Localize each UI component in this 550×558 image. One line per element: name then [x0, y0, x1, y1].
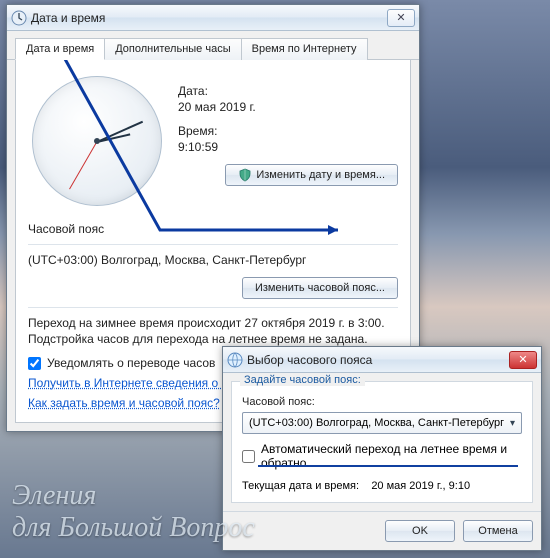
- change-date-time-label: Изменить дату и время...: [256, 169, 385, 181]
- cancel-button[interactable]: Отмена: [463, 520, 533, 542]
- cancel-label: Отмена: [478, 525, 517, 537]
- watermark-line2: для Большой Вопрос: [12, 512, 255, 544]
- timezone-value: (UTC+03:00) Волгоград, Москва, Санкт-Пет…: [28, 253, 398, 267]
- tz-field-label: Часовой пояс:: [242, 396, 522, 408]
- change-timezone-button[interactable]: Изменить часовой пояс...: [242, 277, 398, 299]
- chevron-down-icon: ▾: [510, 418, 515, 429]
- time-label: Время:: [178, 124, 398, 138]
- watermark-line1: Эления: [12, 480, 255, 512]
- shield-icon: [238, 168, 252, 182]
- change-date-time-button[interactable]: Изменить дату и время...: [225, 164, 398, 186]
- tabstrip: Дата и время Дополнительные часы Время п…: [7, 31, 419, 60]
- globe-titlebar-icon: [227, 352, 243, 368]
- clock-titlebar-icon: [11, 10, 27, 26]
- ok-label: OK: [412, 525, 428, 537]
- tab-additional-clocks[interactable]: Дополнительные часы: [104, 38, 241, 60]
- window-title-tz: Выбор часового пояса: [247, 353, 507, 367]
- notify-checkbox[interactable]: [28, 357, 41, 370]
- group-legend: Задайте часовой пояс:: [240, 374, 365, 386]
- ok-button[interactable]: OK: [385, 520, 455, 542]
- notify-label: Уведомлять о переводе часов: [47, 356, 215, 370]
- titlebar-date-time[interactable]: Дата и время ✕: [7, 5, 419, 31]
- watermark-text: Эления для Большой Вопрос: [12, 480, 255, 544]
- current-dt-label: Текущая дата и время:: [242, 480, 359, 492]
- timezone-heading: Часовой пояс: [28, 222, 398, 236]
- tab-internet-time[interactable]: Время по Интернету: [241, 38, 368, 60]
- change-timezone-label: Изменить часовой пояс...: [255, 282, 385, 294]
- auto-dst-checkbox[interactable]: [242, 450, 255, 463]
- tab-date-time[interactable]: Дата и время: [15, 38, 105, 60]
- timezone-selected-value: (UTC+03:00) Волгоград, Москва, Санкт-Пет…: [249, 417, 504, 429]
- date-label: Дата:: [178, 84, 398, 98]
- dialog-buttons: OK Отмена: [223, 511, 541, 550]
- close-button[interactable]: ✕: [387, 9, 415, 27]
- dst-info-line2: Подстройка часов для перехода на летнее …: [28, 332, 398, 346]
- window-title: Дата и время: [31, 11, 385, 25]
- timezone-group: Задайте часовой пояс: Часовой пояс: (UTC…: [231, 381, 533, 503]
- close-button-tz[interactable]: ✕: [509, 351, 537, 369]
- date-value: 20 мая 2019 г.: [178, 100, 398, 114]
- dst-info-line1: Переход на зимнее время происходит 27 ок…: [28, 316, 398, 330]
- analog-clock: [32, 76, 162, 206]
- annotation-underline: [258, 465, 518, 467]
- timezone-select[interactable]: (UTC+03:00) Волгоград, Москва, Санкт-Пет…: [242, 412, 522, 434]
- titlebar-timezone[interactable]: Выбор часового пояса ✕: [223, 347, 541, 373]
- time-value: 9:10:59: [178, 140, 398, 154]
- current-dt-value: 20 мая 2019 г., 9:10: [371, 480, 470, 492]
